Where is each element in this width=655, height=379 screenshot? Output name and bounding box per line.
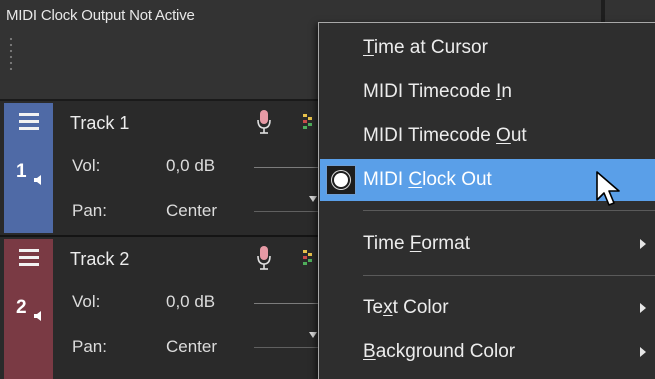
pan-label: Pan: — [72, 337, 107, 356]
arm-record-mic-icon[interactable] — [256, 245, 272, 271]
pan-label: Pan: — [72, 201, 107, 220]
pan-slider[interactable] — [254, 347, 318, 348]
volume-value[interactable]: 0,0 dB — [166, 292, 215, 312]
midi-clock-status-text: MIDI Clock Output Not Active — [6, 7, 195, 24]
track-fx-icon[interactable] — [303, 249, 313, 269]
menu-item-label: MIDI Timecode In — [363, 81, 512, 102]
volume-label: Vol: — [72, 292, 101, 311]
menu-separator — [363, 210, 655, 211]
radio-selected-icon — [334, 173, 348, 187]
track-color-strip[interactable]: 2 — [4, 239, 53, 379]
track-name[interactable]: Track 1 — [70, 113, 129, 134]
menu-item-midi-timecode-in[interactable]: MIDI Timecode In — [320, 71, 655, 113]
volume-value[interactable]: 0,0 dB — [166, 156, 215, 176]
track-color-strip[interactable]: 1 — [4, 103, 53, 233]
track-number: 2 — [16, 297, 27, 318]
menu-item-text-color[interactable]: Text Color — [320, 287, 655, 329]
menu-item-time-format[interactable]: Time Format — [320, 223, 655, 265]
pan-slider-thumb[interactable] — [309, 196, 317, 202]
pan-value[interactable]: Center — [166, 201, 217, 221]
speaker-icon — [34, 175, 41, 185]
track-fx-icon[interactable] — [303, 113, 313, 133]
track-menu-icon[interactable] — [19, 249, 39, 267]
pan-slider[interactable] — [254, 211, 318, 212]
menu-item-label: Time Format — [363, 233, 470, 254]
volume-label: Vol: — [72, 156, 101, 175]
track-number: 1 — [16, 161, 27, 182]
submenu-arrow-icon — [640, 303, 646, 313]
menu-item-label: MIDI Clock Out — [363, 169, 492, 190]
panel-grip-handle[interactable] — [9, 36, 13, 70]
track-menu-icon[interactable] — [19, 113, 39, 131]
menu-item-label: Background Color — [363, 341, 516, 362]
menu-item-label: Time at Cursor — [363, 37, 488, 58]
submenu-arrow-icon — [640, 347, 646, 357]
radio-check-box — [326, 165, 356, 195]
pan-value[interactable]: Center — [166, 337, 217, 357]
submenu-arrow-icon — [640, 239, 646, 249]
arm-record-mic-icon[interactable] — [256, 109, 272, 135]
volume-slider[interactable] — [254, 167, 318, 168]
menu-item-label: MIDI Timecode Out — [363, 125, 527, 146]
menu-item-label: Text Color — [363, 297, 449, 318]
pan-slider-thumb[interactable] — [309, 332, 317, 338]
mouse-pointer-icon — [596, 171, 620, 206]
menu-item-background-color[interactable]: Background Color — [320, 331, 655, 373]
daw-window: MIDI Clock Output Not Active 1 Track 1 V… — [0, 0, 655, 379]
menu-separator — [363, 275, 655, 276]
speaker-icon — [34, 311, 41, 321]
volume-slider[interactable] — [254, 303, 318, 304]
menu-item-time-at-cursor[interactable]: Time at Cursor — [320, 27, 655, 69]
track-name[interactable]: Track 2 — [70, 249, 129, 270]
menu-item-midi-timecode-out[interactable]: MIDI Timecode Out — [320, 115, 655, 157]
